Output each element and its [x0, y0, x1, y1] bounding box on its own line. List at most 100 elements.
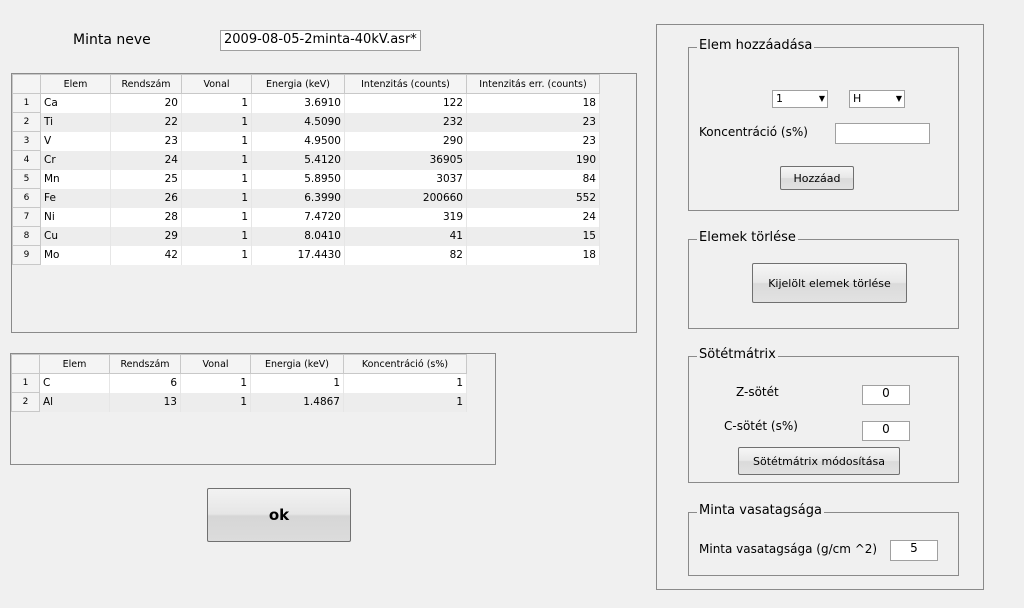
table-cell[interactable]: Fe: [40, 188, 111, 208]
row-number[interactable]: 1: [12, 93, 41, 113]
table-row[interactable]: 1C6111: [11, 373, 467, 393]
table-cell[interactable]: 1: [343, 392, 467, 412]
table-cell[interactable]: 28: [110, 207, 182, 227]
table-row[interactable]: 2 Ti 22 1 4.5090 232 23: [12, 112, 600, 132]
table-cell[interactable]: 25: [110, 169, 182, 189]
table-cell[interactable]: 1: [181, 112, 252, 132]
table-cell[interactable]: 15: [466, 226, 600, 246]
table-cell[interactable]: 22: [110, 112, 182, 132]
table-cell[interactable]: 1: [180, 392, 251, 412]
row-number[interactable]: 9: [12, 245, 41, 265]
table-cell[interactable]: 3.6910: [251, 93, 345, 113]
table-cell[interactable]: 23: [466, 112, 600, 132]
table-cell[interactable]: 1: [181, 150, 252, 170]
table-cell[interactable]: 18: [466, 245, 600, 265]
table-cell[interactable]: 17.4430: [251, 245, 345, 265]
table-cell[interactable]: 26: [110, 188, 182, 208]
table-cell[interactable]: 5.8950: [251, 169, 345, 189]
table-cell[interactable]: Cu: [40, 226, 111, 246]
table-cell[interactable]: 1: [181, 226, 252, 246]
table-cell[interactable]: 20: [110, 93, 182, 113]
table-cell[interactable]: 1: [250, 373, 344, 393]
c-dark-input[interactable]: 0: [862, 421, 910, 441]
table-cell[interactable]: Ni: [40, 207, 111, 227]
add-button[interactable]: Hozzáad: [780, 166, 854, 190]
row-number[interactable]: 4: [12, 150, 41, 170]
modify-dark-matrix-button[interactable]: Sötétmátrix módosítása: [738, 447, 900, 475]
row-number[interactable]: 5: [12, 169, 41, 189]
column-header: Rendszám: [109, 354, 181, 374]
row-number[interactable]: 7: [12, 207, 41, 227]
table-cell[interactable]: 84: [466, 169, 600, 189]
row-number[interactable]: 8: [12, 226, 41, 246]
row-number[interactable]: 1: [11, 373, 40, 393]
sample-name-field[interactable]: 2009-08-05-2minta-40kV.asr*: [220, 30, 421, 51]
ok-button[interactable]: ok: [207, 488, 351, 542]
table-cell[interactable]: 1: [181, 207, 252, 227]
row-number[interactable]: 3: [12, 131, 41, 151]
table-cell[interactable]: C: [39, 373, 110, 393]
table-cell[interactable]: 1: [181, 169, 252, 189]
row-number[interactable]: 2: [11, 392, 40, 412]
concentration-input[interactable]: [835, 123, 930, 144]
table-cell[interactable]: Mn: [40, 169, 111, 189]
table-cell[interactable]: 1: [181, 93, 252, 113]
table-cell[interactable]: Al: [39, 392, 110, 412]
table-cell[interactable]: 4.9500: [251, 131, 345, 151]
table-cell[interactable]: 3037: [344, 169, 467, 189]
table-cell[interactable]: Ti: [40, 112, 111, 132]
table-cell[interactable]: 1.4867: [250, 392, 344, 412]
table-cell[interactable]: 1: [343, 373, 467, 393]
table-cell[interactable]: 41: [344, 226, 467, 246]
table-cell[interactable]: 8.0410: [251, 226, 345, 246]
table-row[interactable]: 3 V 23 1 4.9500 290 23: [12, 131, 600, 151]
table-cell[interactable]: Cr: [40, 150, 111, 170]
table-cell[interactable]: 6: [109, 373, 181, 393]
z-dark-input[interactable]: 0: [862, 385, 910, 405]
table-row[interactable]: 8 Cu 29 1 8.0410 41 15: [12, 226, 600, 246]
table-cell[interactable]: 1: [181, 245, 252, 265]
table-cell[interactable]: 13: [109, 392, 181, 412]
table-cell[interactable]: 200660: [344, 188, 467, 208]
table-cell[interactable]: 552: [466, 188, 600, 208]
table-row[interactable]: 9 Mo 42 1 17.4430 82 18: [12, 245, 600, 265]
table-cell[interactable]: 232: [344, 112, 467, 132]
count-select[interactable]: 1 ▼: [772, 90, 828, 108]
table-cell[interactable]: 290: [344, 131, 467, 151]
table-row[interactable]: 4 Cr 24 1 5.4120 36905 190: [12, 150, 600, 170]
table-cell[interactable]: 5.4120: [251, 150, 345, 170]
table-row[interactable]: 7 Ni 28 1 7.4720 319 24: [12, 207, 600, 227]
table-cell[interactable]: 29: [110, 226, 182, 246]
row-number[interactable]: 6: [12, 188, 41, 208]
table-cell[interactable]: Mo: [40, 245, 111, 265]
table-cell[interactable]: 7.4720: [251, 207, 345, 227]
table-cell[interactable]: 23: [110, 131, 182, 151]
table-cell[interactable]: 36905: [344, 150, 467, 170]
table-cell[interactable]: 1: [181, 131, 252, 151]
table-cell[interactable]: 1: [180, 373, 251, 393]
table-cell[interactable]: Ca: [40, 93, 111, 113]
table-cell[interactable]: 122: [344, 93, 467, 113]
table-cell[interactable]: 23: [466, 131, 600, 151]
column-header: Elem: [39, 354, 110, 374]
element-select[interactable]: H ▼: [849, 90, 905, 108]
table-cell[interactable]: 24: [466, 207, 600, 227]
table-cell[interactable]: 42: [110, 245, 182, 265]
table-row[interactable]: 6 Fe 26 1 6.3990 200660 552: [12, 188, 600, 208]
delete-selected-button[interactable]: Kijelölt elemek törlése: [752, 263, 907, 303]
row-number[interactable]: 2: [12, 112, 41, 132]
table-cell[interactable]: 1: [181, 188, 252, 208]
table-cell[interactable]: V: [40, 131, 111, 151]
table-cell[interactable]: 18: [466, 93, 600, 113]
sample-thickness-input[interactable]: 5: [890, 540, 938, 561]
table-row[interactable]: 5 Mn 25 1 5.8950 3037 84: [12, 169, 600, 189]
table-cell[interactable]: 24: [110, 150, 182, 170]
table-cell[interactable]: 6.3990: [251, 188, 345, 208]
table-row[interactable]: 2 Al 13 1 1.4867 1: [11, 392, 467, 412]
table-cell[interactable]: 82: [344, 245, 467, 265]
table-cell[interactable]: 4.5090: [251, 112, 345, 132]
table-row[interactable]: 1 Ca 20 1 3.6910 122 18: [12, 93, 600, 113]
table-cell[interactable]: 190: [466, 150, 600, 170]
sample-thickness-group-title: Minta vasatagsága: [697, 503, 824, 518]
table-cell[interactable]: 319: [344, 207, 467, 227]
